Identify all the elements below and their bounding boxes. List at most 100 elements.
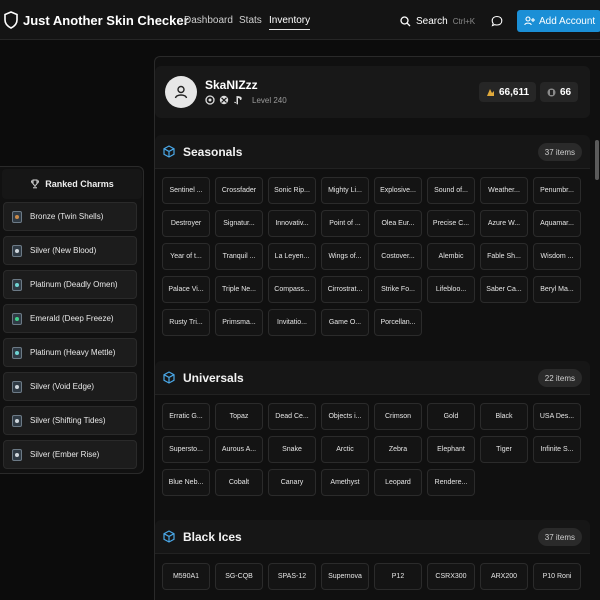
inventory-item-tile[interactable]: CSRX300 bbox=[427, 563, 475, 590]
inventory-item-tile[interactable]: Supernova bbox=[321, 563, 369, 590]
charm-item[interactable]: Silver (Shifting Tides) bbox=[3, 406, 137, 435]
search-label: Search bbox=[416, 15, 448, 27]
inventory-item-tile[interactable]: Point of ... bbox=[321, 210, 369, 237]
inventory-item-tile[interactable]: Costover... bbox=[374, 243, 422, 270]
username: SkaNIZzz bbox=[205, 78, 258, 92]
inventory-item-tile[interactable]: Innovativ... bbox=[268, 210, 316, 237]
inventory-item-tile[interactable]: Olea Eur... bbox=[374, 210, 422, 237]
inventory-item-tile[interactable]: Blue Neb... bbox=[162, 469, 210, 496]
player-level: Level 240 bbox=[252, 95, 287, 105]
inventory-item-tile[interactable]: Primsma... bbox=[215, 309, 263, 336]
inventory-item-tile[interactable]: Rendere... bbox=[427, 469, 475, 496]
charm-item[interactable]: Silver (New Blood) bbox=[3, 236, 137, 265]
charm-item[interactable]: Silver (Ember Rise) bbox=[3, 440, 137, 469]
inventory-item-tile[interactable]: Infinite S... bbox=[533, 436, 581, 463]
inventory-item-tile[interactable]: Penumbr... bbox=[533, 177, 581, 204]
inventory-item-tile[interactable]: SG-CQB bbox=[215, 563, 263, 590]
nav-stats[interactable]: Stats bbox=[239, 15, 262, 26]
inventory-item-tile[interactable]: Sonic Rip... bbox=[268, 177, 316, 204]
inventory-item-tile[interactable]: Wings of... bbox=[321, 243, 369, 270]
inventory-item-tile[interactable]: Game O... bbox=[321, 309, 369, 336]
inventory-item-tile[interactable]: La Leyen... bbox=[268, 243, 316, 270]
charm-item[interactable]: Bronze (Twin Shells) bbox=[3, 202, 137, 231]
charm-label: Platinum (Deadly Omen) bbox=[30, 280, 118, 289]
inventory-item-tile[interactable]: Snake bbox=[268, 436, 316, 463]
scrollbar[interactable] bbox=[595, 140, 599, 180]
inventory-item-tile[interactable]: Strike Fo... bbox=[374, 276, 422, 303]
inventory-item-tile[interactable]: Dead Ce... bbox=[268, 403, 316, 430]
inventory-item-tile[interactable]: Azure W... bbox=[480, 210, 528, 237]
inventory-item-tile[interactable]: Invitatio... bbox=[268, 309, 316, 336]
inventory-item-tile[interactable]: Beryl Ma... bbox=[533, 276, 581, 303]
section-title: Black Ices bbox=[183, 530, 242, 544]
inventory-item-tile[interactable]: Leopard bbox=[374, 469, 422, 496]
inventory-item-tile[interactable]: Fable Sh... bbox=[480, 243, 528, 270]
inventory-item-tile[interactable]: Mighty Li... bbox=[321, 177, 369, 204]
section-title: Universals bbox=[183, 371, 244, 385]
inventory-item-tile[interactable]: Wisdom ... bbox=[533, 243, 581, 270]
inventory-item-tile[interactable]: USA Des... bbox=[533, 403, 581, 430]
charm-item[interactable]: Platinum (Heavy Mettle) bbox=[3, 338, 137, 367]
inventory-item-tile[interactable]: Aquamar... bbox=[533, 210, 581, 237]
inventory-item-tile[interactable]: Rusty Tri... bbox=[162, 309, 210, 336]
inventory-item-tile[interactable]: Cirrostrat... bbox=[321, 276, 369, 303]
inventory-item-tile[interactable]: Zebra bbox=[374, 436, 422, 463]
user-icon bbox=[174, 85, 188, 99]
chat-button[interactable] bbox=[486, 10, 508, 32]
inventory-item-tile[interactable]: ARX200 bbox=[480, 563, 528, 590]
inventory-item-tile[interactable]: Amethyst bbox=[321, 469, 369, 496]
nav-inventory[interactable]: Inventory bbox=[269, 15, 311, 30]
inventory-item-tile[interactable]: Alembic bbox=[427, 243, 475, 270]
inventory-item-tile[interactable]: Black bbox=[480, 403, 528, 430]
inventory-item-tile[interactable]: Tiger bbox=[480, 436, 528, 463]
inventory-item-tile[interactable]: Arctic bbox=[321, 436, 369, 463]
avatar[interactable] bbox=[165, 76, 197, 108]
inventory-item-tile[interactable]: Crossfader bbox=[215, 177, 263, 204]
nav-dashboard[interactable]: Dashboard bbox=[184, 15, 233, 26]
r6-credits-icon bbox=[547, 88, 556, 96]
charm-item[interactable]: Silver (Void Edge) bbox=[3, 372, 137, 401]
inventory-item-tile[interactable]: Aurous A... bbox=[215, 436, 263, 463]
inventory-item-tile[interactable]: Erratic G... bbox=[162, 403, 210, 430]
search-button[interactable]: Search Ctrl+K bbox=[392, 10, 480, 32]
inventory-item-tile[interactable]: Precise C... bbox=[427, 210, 475, 237]
cube-icon bbox=[163, 530, 175, 548]
charm-item[interactable]: Platinum (Deadly Omen) bbox=[3, 270, 137, 299]
inventory-item-tile[interactable]: Porcellan... bbox=[374, 309, 422, 336]
inventory-item-tile[interactable]: SPAS-12 bbox=[268, 563, 316, 590]
renown-value: 66,611 bbox=[499, 86, 530, 98]
add-account-label: Add Account bbox=[539, 15, 596, 27]
platform-icons: Level 240 bbox=[205, 95, 287, 105]
inventory-item-tile[interactable]: M590A1 bbox=[162, 563, 210, 590]
inventory-item-tile[interactable]: Sound of... bbox=[427, 177, 475, 204]
section-header: Universals 22 items bbox=[155, 361, 590, 395]
inventory-item-tile[interactable]: Triple Ne... bbox=[215, 276, 263, 303]
shield-logo-icon bbox=[4, 11, 18, 29]
inventory-item-tile[interactable]: Crimson bbox=[374, 403, 422, 430]
inventory-item-tile[interactable]: Supersto... bbox=[162, 436, 210, 463]
inventory-item-tile[interactable]: Explosive... bbox=[374, 177, 422, 204]
inventory-item-tile[interactable]: P10 Roni bbox=[533, 563, 581, 590]
inventory-item-tile[interactable]: Signatur... bbox=[215, 210, 263, 237]
inventory-item-tile[interactable]: Saber Ca... bbox=[480, 276, 528, 303]
inventory-item-tile[interactable]: Lifebloo... bbox=[427, 276, 475, 303]
inventory-item-tile[interactable]: Topaz bbox=[215, 403, 263, 430]
inventory-item-tile[interactable]: P12 bbox=[374, 563, 422, 590]
inventory-item-tile[interactable]: Weather... bbox=[480, 177, 528, 204]
inventory-item-tile[interactable]: Year of t... bbox=[162, 243, 210, 270]
inventory-item-tile[interactable]: Gold bbox=[427, 403, 475, 430]
charm-item[interactable]: Emerald (Deep Freeze) bbox=[3, 304, 137, 333]
inventory-item-tile[interactable]: Canary bbox=[268, 469, 316, 496]
section-item-count: 22 items bbox=[537, 369, 582, 387]
add-account-button[interactable]: Add Account bbox=[517, 10, 600, 32]
inventory-item-tile[interactable]: Sentinel ... bbox=[162, 177, 210, 204]
inventory-item-tile[interactable]: Tranquil ... bbox=[215, 243, 263, 270]
inventory-item-tile[interactable]: Objects i... bbox=[321, 403, 369, 430]
inventory-item-tile[interactable]: Elephant bbox=[427, 436, 475, 463]
inventory-item-tile[interactable]: Compass... bbox=[268, 276, 316, 303]
inventory-item-tile[interactable]: Destroyer bbox=[162, 210, 210, 237]
inventory-item-tile[interactable]: Cobalt bbox=[215, 469, 263, 496]
app-title: Just Another Skin Checker bbox=[23, 13, 189, 28]
inventory-item-tile[interactable]: Palace Vi... bbox=[162, 276, 210, 303]
charm-icon bbox=[12, 312, 22, 325]
